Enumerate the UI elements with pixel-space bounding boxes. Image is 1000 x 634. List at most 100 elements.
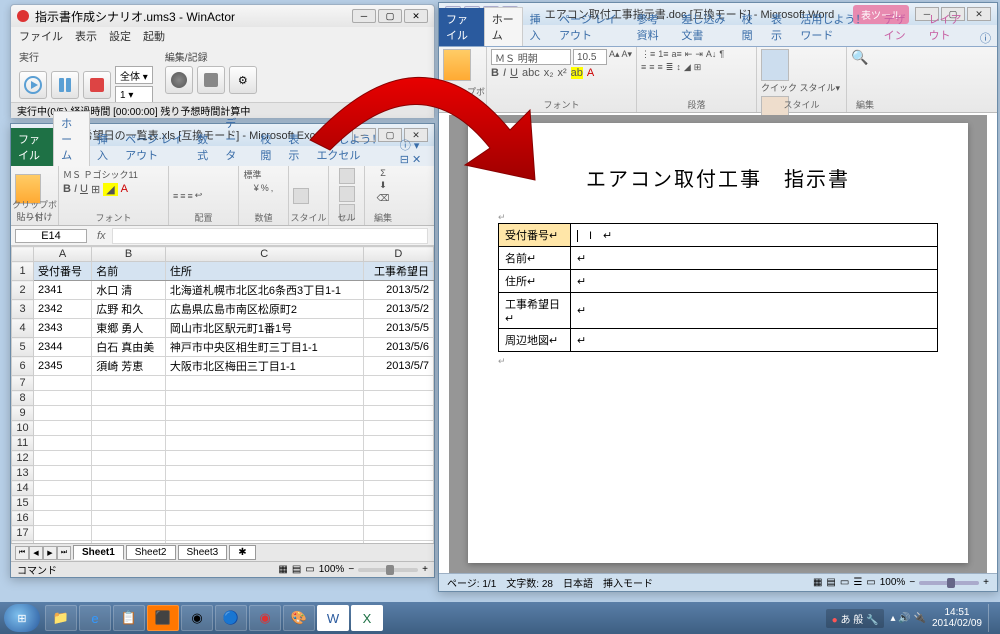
- menu-file[interactable]: ファイル: [19, 28, 63, 44]
- view-draft-icon[interactable]: ▭: [866, 577, 875, 588]
- number-format[interactable]: 標準: [244, 168, 284, 181]
- field-label[interactable]: 名前↵: [499, 247, 571, 270]
- doc-table[interactable]: 受付番号↵ I ↵ 名前↵↵ 住所↵↵ 工事希望日↵↵ 周辺地図↵↵: [498, 223, 938, 352]
- close-button[interactable]: ✕: [404, 9, 428, 23]
- italic-button[interactable]: I: [74, 183, 77, 196]
- zoom-level[interactable]: 100%: [319, 564, 345, 575]
- zoom-out[interactable]: −: [348, 564, 354, 575]
- cell[interactable]: 住所: [165, 262, 363, 281]
- line-spacing-icon[interactable]: ↕: [676, 62, 681, 73]
- indent-dec-icon[interactable]: ⇤: [685, 49, 693, 60]
- cell[interactable]: 2013/5/6: [363, 338, 433, 357]
- row-header[interactable]: 3: [12, 300, 34, 319]
- wrap-icon[interactable]: ↩: [195, 190, 203, 201]
- numlist-icon[interactable]: 1≡: [658, 49, 668, 60]
- border-icon[interactable]: ⊞: [694, 62, 702, 73]
- view-read-icon[interactable]: ▤: [826, 577, 835, 588]
- font-size[interactable]: 10.5: [573, 49, 607, 65]
- row-header[interactable]: 7: [12, 376, 34, 391]
- font-size[interactable]: 11: [129, 170, 138, 180]
- cell[interactable]: 神戸市中央区相生町三丁目1-1: [165, 338, 363, 357]
- tab-view[interactable]: 表示: [764, 8, 793, 46]
- taskbar-clock[interactable]: 14:512014/02/09: [932, 607, 982, 629]
- cell[interactable]: 須崎 芳恵: [92, 357, 166, 376]
- start-button[interactable]: ⊞: [4, 604, 40, 632]
- sheet-nav-prev[interactable]: ◀: [29, 546, 43, 560]
- cell[interactable]: 広野 和久: [92, 300, 166, 319]
- cell[interactable]: 2013/5/2: [363, 300, 433, 319]
- ribbon-help[interactable]: ⓘ ▾ ⊟ ✕: [394, 137, 434, 166]
- currency-icon[interactable]: ¥: [254, 183, 259, 193]
- view-normal-icon[interactable]: ▦: [278, 564, 287, 575]
- field-value[interactable]: ↵: [571, 247, 938, 270]
- sup-button[interactable]: x²: [558, 67, 567, 79]
- cell[interactable]: 2341: [34, 281, 92, 300]
- tray-icons[interactable]: ▴ 🔊 🔌: [890, 613, 925, 624]
- sheet-nav-first[interactable]: ⏮: [15, 546, 29, 560]
- zoom-level[interactable]: 100%: [880, 577, 906, 588]
- tab-layout[interactable]: ページ レイアウト: [118, 128, 190, 166]
- taskbar-app[interactable]: 📋: [113, 605, 145, 631]
- cell[interactable]: 2343: [34, 319, 92, 338]
- align-just-icon[interactable]: ≣: [666, 62, 674, 73]
- delete-cell-icon[interactable]: [339, 186, 355, 202]
- tab-insert[interactable]: 挿入: [90, 128, 118, 166]
- menu-settings[interactable]: 設定: [109, 28, 131, 44]
- minimize-button[interactable]: ─: [352, 9, 376, 23]
- row-header[interactable]: 4: [12, 319, 34, 338]
- view-print-icon[interactable]: ▦: [813, 577, 822, 588]
- formula-input[interactable]: [112, 228, 428, 244]
- record-button[interactable]: [165, 66, 193, 94]
- view-outline-icon[interactable]: ☰: [853, 577, 862, 588]
- zoom-in[interactable]: +: [422, 564, 428, 575]
- status-page[interactable]: ページ: 1/1: [447, 575, 496, 590]
- row-header[interactable]: 8: [12, 391, 34, 406]
- word-page[interactable]: エアコン取付工事 指示書 ↵ 受付番号↵ I ↵ 名前↵↵ 住所↵↵ 工事希望日…: [468, 123, 968, 563]
- multilist-icon[interactable]: a≡: [672, 49, 682, 60]
- show-desktop[interactable]: [988, 604, 996, 632]
- tab-layout[interactable]: ページ レイアウト: [552, 8, 630, 46]
- tab-references[interactable]: 参考資料: [630, 8, 675, 46]
- zoom-in[interactable]: +: [983, 577, 989, 588]
- align-icon[interactable]: ≡: [180, 191, 185, 201]
- fontcolor-button[interactable]: A: [121, 183, 128, 196]
- status-lang[interactable]: 日本語: [563, 575, 593, 590]
- paste-icon[interactable]: [443, 49, 471, 81]
- italic-button[interactable]: I: [503, 67, 506, 79]
- ime-status[interactable]: ● あ 般 🔧: [826, 609, 885, 628]
- font-name[interactable]: ＭＳ Ｐゴシック: [63, 170, 129, 180]
- tab-insert[interactable]: 挿入: [523, 8, 552, 46]
- cell[interactable]: 工事希望日: [363, 262, 433, 281]
- field-label[interactable]: 周辺地図↵: [499, 329, 571, 352]
- shading-icon[interactable]: ◢: [684, 62, 691, 73]
- view-break-icon[interactable]: ▭: [305, 564, 314, 575]
- col-A[interactable]: A: [34, 247, 92, 262]
- menu-view[interactable]: 表示: [75, 28, 97, 44]
- row-header[interactable]: 17: [12, 526, 34, 541]
- taskbar-ie[interactable]: e: [79, 605, 111, 631]
- view-web-icon[interactable]: ▭: [840, 577, 849, 588]
- bold-button[interactable]: B: [63, 183, 71, 196]
- field-value[interactable]: I ↵: [571, 224, 938, 247]
- field-label[interactable]: 受付番号↵: [499, 224, 571, 247]
- align-left-icon[interactable]: ≡: [641, 62, 646, 73]
- maximize-button[interactable]: ▢: [378, 9, 402, 23]
- row-header[interactable]: 12: [12, 451, 34, 466]
- taskbar-explorer[interactable]: 📁: [45, 605, 77, 631]
- row-header[interactable]: 15: [12, 496, 34, 511]
- fill-down-icon[interactable]: ⬇: [379, 180, 387, 191]
- tab-design[interactable]: デザイン: [877, 8, 922, 46]
- cell[interactable]: 2342: [34, 300, 92, 319]
- name-box[interactable]: E14: [15, 229, 87, 243]
- tab-formula[interactable]: 数式: [190, 128, 218, 166]
- field-value[interactable]: ↵: [571, 293, 938, 329]
- cell[interactable]: 2345: [34, 357, 92, 376]
- align-icon[interactable]: ≡: [188, 191, 193, 201]
- cell[interactable]: 大阪市北区梅田三丁目1-1: [165, 357, 363, 376]
- tab-data[interactable]: データ: [218, 112, 253, 166]
- sheet-new[interactable]: ✱: [229, 545, 255, 560]
- cell[interactable]: 名前: [92, 262, 166, 281]
- fx-icon[interactable]: fx: [91, 230, 112, 242]
- zoom-slider[interactable]: [358, 568, 418, 572]
- sub-button[interactable]: x₂: [544, 67, 554, 79]
